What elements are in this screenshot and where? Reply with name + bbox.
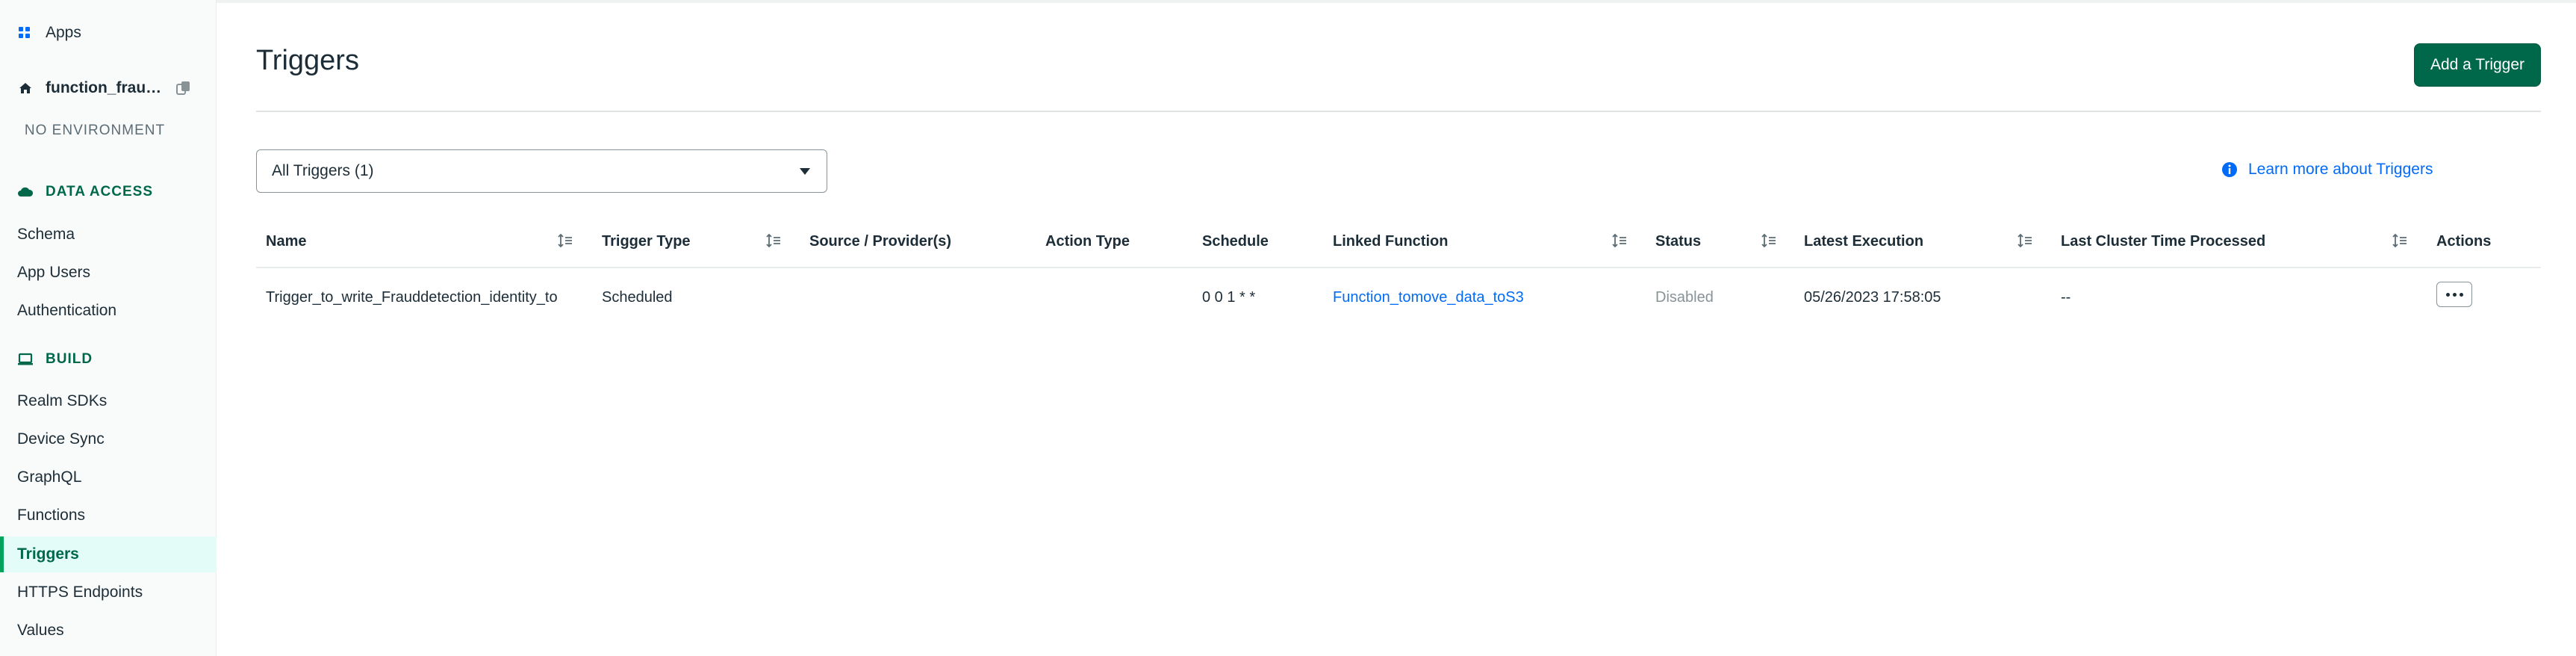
section-data-access: DATA ACCESS — [17, 184, 153, 200]
column-header-schedule: Schedule — [1202, 233, 1269, 250]
apps-grid-icon — [19, 27, 30, 38]
info-icon — [2222, 162, 2237, 177]
sort-icon[interactable] — [1761, 232, 1777, 249]
sidebar-item-authentication[interactable]: Authentication — [0, 293, 217, 329]
sidebar-item-label: Device Sync — [17, 430, 105, 448]
sort-icon[interactable] — [2017, 232, 2033, 249]
column-header-latest-execution: Latest Execution — [1804, 233, 1924, 250]
sidebar-item-label: Values — [17, 622, 64, 639]
sidebar-item-label: Functions — [17, 507, 86, 524]
sidebar-item-functions[interactable]: Functions — [0, 498, 217, 533]
sidebar-item-values[interactable]: Values — [0, 613, 217, 649]
column-header-action-type: Action Type — [1045, 233, 1130, 250]
cell-latest-execution: 05/26/2023 17:58:05 — [1804, 289, 1941, 306]
ellipsis-dot — [2459, 292, 2463, 297]
column-header-status: Status — [1655, 233, 1702, 250]
sidebar-item-label: Realm SDKs — [17, 392, 108, 409]
trigger-filter-value: All Triggers (1) — [272, 162, 374, 179]
trigger-filter-select[interactable]: All Triggers (1) — [256, 149, 827, 193]
sidebar-item-app-users[interactable]: App Users — [0, 255, 217, 291]
sidebar-item-label: GraphQL — [17, 468, 82, 486]
cell-status: Disabled — [1655, 289, 1714, 306]
sidebar-item-device-sync[interactable]: Device Sync — [0, 421, 217, 457]
row-actions-button[interactable] — [2436, 282, 2472, 307]
copy-icon[interactable] — [175, 79, 193, 97]
column-header-source: Source / Provider(s) — [809, 233, 952, 250]
section-data-access-title: DATA ACCESS — [46, 184, 153, 199]
cloud-icon — [17, 184, 34, 200]
sidebar-item-schema[interactable]: Schema — [0, 217, 217, 253]
sort-icon[interactable] — [1611, 232, 1628, 249]
sidebar: Apps function_frau… NO ENVIRONMENT DATA … — [0, 0, 217, 656]
learn-more-link[interactable]: Learn more about Triggers — [2221, 161, 2433, 179]
cell-trigger-type: Scheduled — [602, 289, 673, 306]
sidebar-item-label: App Users — [17, 264, 91, 281]
sort-icon[interactable] — [2392, 232, 2408, 249]
column-header-actions: Actions — [2436, 233, 2492, 250]
app-name-link[interactable]: function_frau… — [0, 70, 217, 106]
column-header-linked-function: Linked Function — [1333, 233, 1449, 250]
sidebar-item-label: Schema — [17, 226, 75, 243]
sidebar-item-label: HTTPS Endpoints — [17, 584, 143, 601]
header-divider — [256, 111, 2541, 112]
page-title: Triggers — [256, 45, 359, 76]
home-icon — [19, 83, 31, 93]
app-name: function_frau… — [46, 79, 162, 96]
sidebar-item-realm-sdks[interactable]: Realm SDKs — [0, 383, 217, 419]
add-trigger-button[interactable]: Add a Trigger — [2414, 43, 2541, 87]
column-header-last-cluster-time: Last Cluster Time Processed — [2061, 233, 2266, 250]
cell-last-cluster-time: -- — [2061, 289, 2071, 306]
ellipsis-dot — [2452, 292, 2457, 297]
sort-icon[interactable] — [765, 232, 782, 249]
section-build-title: BUILD — [46, 351, 93, 367]
column-header-name: Name — [266, 233, 307, 250]
cell-schedule: 0 0 1 * * — [1202, 289, 1256, 306]
ellipsis-icon — [2445, 292, 2450, 297]
top-border — [0, 0, 2576, 3]
column-header-trigger-type: Trigger Type — [602, 233, 691, 250]
sidebar-item-triggers[interactable]: Triggers — [0, 536, 217, 572]
cell-linked-function-link[interactable]: Function_tomove_data_toS3 — [1333, 289, 1524, 306]
laptop-icon — [17, 351, 34, 368]
apps-label: Apps — [46, 24, 81, 41]
sidebar-item-https-endpoints[interactable]: HTTPS Endpoints — [0, 575, 217, 610]
environment-badge: NO ENVIRONMENT — [24, 123, 166, 138]
table-header-divider — [256, 267, 2541, 268]
sidebar-item-graphql[interactable]: GraphQL — [0, 459, 217, 495]
sidebar-item-label: Triggers — [17, 545, 79, 563]
sidebar-item-label: Authentication — [17, 302, 117, 319]
learn-more-text: Learn more about Triggers — [2248, 161, 2433, 178]
caret-down-icon — [800, 168, 810, 175]
sort-icon[interactable] — [557, 232, 573, 249]
apps-link[interactable]: Apps — [0, 15, 217, 51]
section-build: BUILD — [17, 351, 93, 368]
cell-trigger-name[interactable]: Trigger_to_write_Frauddetection_identity… — [266, 289, 591, 306]
